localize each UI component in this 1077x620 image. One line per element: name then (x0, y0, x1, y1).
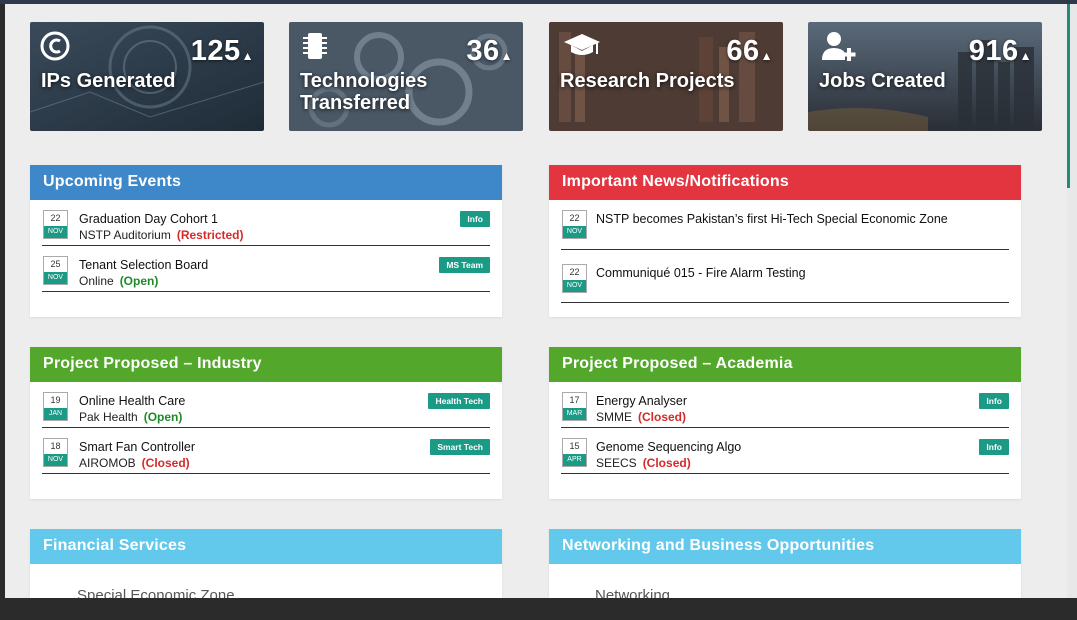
project-title[interactable]: Genome Sequencing Algo (596, 440, 741, 454)
stat-value: 916▲ (968, 35, 1032, 67)
date-month: MAR (563, 408, 586, 420)
date-month: APR (563, 454, 586, 466)
event-status: (Restricted) (176, 228, 244, 242)
networking-panel: Networking and Business Opportunities Ne… (549, 529, 1021, 598)
project-tag[interactable]: Info (979, 393, 1009, 409)
dashboard-page: 125▲ IPs Generated 36▲ Technologies Tran… (5, 4, 1067, 598)
date-badge: 22 NOV (562, 210, 587, 239)
date-month: NOV (44, 454, 67, 466)
date-month: NOV (44, 272, 67, 284)
up-arrow-icon: ▲ (500, 49, 513, 63)
stat-card-jobs[interactable]: 916▲ Jobs Created (808, 22, 1042, 131)
copyright-icon (40, 31, 70, 61)
event-location: Online (Open) (79, 274, 159, 288)
date-month: NOV (563, 226, 586, 238)
stat-card-ips[interactable]: 125▲ IPs Generated (30, 22, 264, 131)
financial-services-panel: Financial Services Special Economic Zone (30, 529, 502, 598)
date-month: NOV (563, 280, 586, 292)
panel-title: Financial Services (30, 529, 502, 564)
panel-title: Project Proposed – Industry (30, 347, 502, 382)
date-month: JAN (44, 408, 67, 420)
project-item[interactable]: 17 MAR Energy Analyser SMME (Closed) Info (561, 382, 1009, 428)
stat-value: 36▲ (466, 35, 513, 67)
project-org: Pak Health (Open) (79, 410, 183, 424)
panel-title: Upcoming Events (30, 165, 502, 200)
stat-card-research[interactable]: 66▲ Research Projects (549, 22, 783, 131)
project-title[interactable]: Energy Analyser (596, 394, 687, 408)
panel-title: Project Proposed – Academia (549, 347, 1021, 382)
industry-projects-panel: Project Proposed – Industry 19 JAN Online… (30, 347, 502, 499)
stat-label: Technologies Transferred (300, 70, 428, 114)
project-status: (Closed) (642, 456, 691, 470)
date-badge: 22 NOV (562, 264, 587, 293)
date-badge: 15 APR (562, 438, 587, 467)
date-month: NOV (44, 226, 67, 238)
project-tag[interactable]: Health Tech (428, 393, 490, 409)
date-badge: 22 NOV (43, 210, 68, 239)
stat-card-technologies[interactable]: 36▲ Technologies Transferred (289, 22, 523, 131)
news-title[interactable]: Communiqué 015 - Fire Alarm Testing (596, 266, 806, 280)
project-org: AIROMOB (Closed) (79, 456, 190, 470)
event-location: NSTP Auditorium (Restricted) (79, 228, 244, 242)
networking-link[interactable]: Networking (595, 587, 670, 598)
project-item[interactable]: 18 NOV Smart Fan Controller AIROMOB (Close… (42, 428, 490, 474)
up-arrow-icon: ▲ (1019, 49, 1032, 63)
date-badge: 18 NOV (43, 438, 68, 467)
project-status: (Closed) (638, 410, 686, 424)
stat-label: Jobs Created (819, 70, 946, 92)
stat-value: 125▲ (190, 35, 254, 67)
event-tag[interactable]: MS Team (439, 257, 490, 273)
date-day: 22 (569, 267, 580, 277)
project-tag[interactable]: Info (979, 439, 1009, 455)
project-title[interactable]: Smart Fan Controller (79, 440, 195, 454)
news-title[interactable]: NSTP becomes Pakistan’s first Hi-Tech Sp… (596, 212, 948, 226)
news-panel: Important News/Notifications 22 NOV NSTP … (549, 165, 1021, 317)
news-item[interactable]: 22 NOV Communiqué 015 - Fire Alarm Testin… (561, 250, 1009, 303)
project-item[interactable]: 15 APR Genome Sequencing Algo SEECS (Close… (561, 428, 1009, 474)
panel-title: Networking and Business Opportunities (549, 529, 1021, 564)
panel-body: Special Economic Zone (30, 564, 502, 598)
scrollbar[interactable] (1067, 4, 1077, 598)
event-title[interactable]: Graduation Day Cohort 1 (79, 212, 218, 226)
add-user-icon (822, 32, 856, 61)
event-tag[interactable]: Info (460, 211, 490, 227)
date-badge: 19 JAN (43, 392, 68, 421)
date-day: 15 (569, 441, 580, 451)
up-arrow-icon: ▲ (241, 49, 254, 63)
event-item[interactable]: 25 NOV Tenant Selection Board Online (Open… (42, 246, 490, 292)
project-title[interactable]: Online Health Care (79, 394, 185, 408)
scrollbar-thumb[interactable] (1067, 4, 1070, 188)
date-day: 22 (50, 213, 61, 223)
date-day: 19 (50, 395, 61, 405)
project-item[interactable]: 19 JAN Online Health Care Pak Health (Open… (42, 382, 490, 428)
bottom-bar (0, 598, 1077, 620)
academia-projects-panel: Project Proposed – Academia 17 MAR Energy… (549, 347, 1021, 499)
project-status: (Closed) (141, 456, 190, 470)
stat-label: IPs Generated (41, 70, 176, 92)
date-day: 22 (569, 213, 580, 223)
panel-body: Networking (549, 564, 1021, 598)
graduation-cap-icon (564, 34, 600, 55)
project-tag[interactable]: Smart Tech (430, 439, 490, 455)
project-org: SEECS (Closed) (596, 456, 691, 470)
news-item[interactable]: 22 NOV NSTP becomes Pakistan’s first Hi-T… (561, 200, 1009, 250)
service-link[interactable]: Special Economic Zone (77, 587, 235, 598)
up-arrow-icon: ▲ (760, 49, 773, 63)
date-day: 25 (50, 259, 61, 269)
event-item[interactable]: 22 NOV Graduation Day Cohort 1 NSTP Audit… (42, 200, 490, 246)
project-org: SMME (Closed) (596, 410, 686, 424)
chip-icon (303, 33, 327, 59)
date-badge: 25 NOV (43, 256, 68, 285)
date-day: 18 (50, 441, 61, 451)
date-badge: 17 MAR (562, 392, 587, 421)
panel-title: Important News/Notifications (549, 165, 1021, 200)
upcoming-events-panel: Upcoming Events 22 NOV Graduation Day Coh… (30, 165, 502, 317)
stat-value: 66▲ (726, 35, 773, 67)
date-day: 17 (569, 395, 580, 405)
event-status: (Open) (119, 274, 159, 288)
stat-label: Research Projects (560, 70, 735, 92)
project-status: (Open) (143, 410, 183, 424)
event-title[interactable]: Tenant Selection Board (79, 258, 208, 272)
